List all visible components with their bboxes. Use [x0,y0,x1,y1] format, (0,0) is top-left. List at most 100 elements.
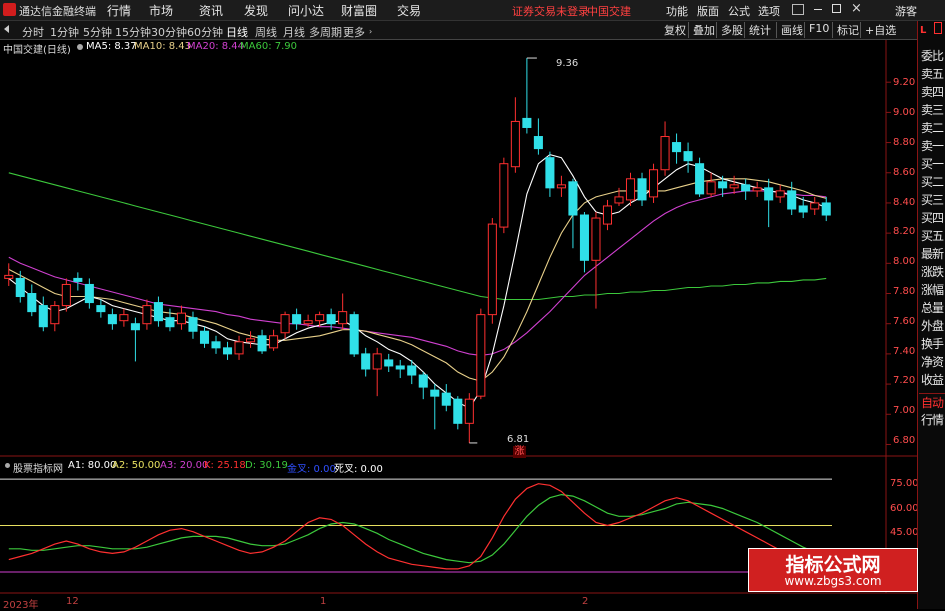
candle-body [453,398,463,424]
candle-body [4,274,14,279]
panel-item-bid5[interactable]: 买五 [919,227,945,244]
candle-body [338,311,348,325]
panel-item-bid3[interactable]: 买三 [919,191,945,208]
candle-body [176,312,186,325]
panel-item-ask1[interactable]: 卖一 [919,137,945,154]
panel-item-commission-ratio[interactable]: 委比 [919,47,945,64]
candle-body [556,184,566,189]
panel-item-change-pct[interactable]: 涨幅 [919,281,945,298]
price-tick: 8.80 [893,137,916,148]
candle-body [246,338,256,343]
candle-body [96,305,106,313]
price-tick: 9.20 [893,77,916,88]
candle-body [741,184,751,192]
panel-tab-quotes[interactable]: 行情 [919,411,945,428]
candle-body [487,223,497,316]
candle-body [533,136,543,150]
candle-body [418,374,428,388]
candle-body [660,136,670,171]
panel-tab-auto[interactable]: 自动 [919,393,945,411]
panel-item-outer[interactable]: 外盘 [919,317,945,334]
candle-body [787,190,797,210]
candle-body [579,214,589,261]
price-tick: 8.60 [893,167,916,178]
candle-body [361,353,371,370]
panel-item-volume[interactable]: 总量 [919,299,945,316]
watermark-badge: 指标公式网 www.zbgs3.com [748,548,918,592]
indicator-dot-icon[interactable] [5,463,10,468]
candle-body [510,120,520,168]
indicator-tick: 45.00 [890,527,919,538]
candle-body [269,335,279,349]
candle-body [775,190,785,198]
candle-body [625,178,636,201]
price-chart[interactable] [0,0,945,609]
candle-body [84,283,94,304]
candle-body [303,320,313,325]
ma20-line [8,190,827,356]
panel-item-ask4[interactable]: 卖四 [919,83,945,100]
candle-body [142,305,152,325]
candle-body [326,314,336,325]
candle-body [821,202,831,216]
candle-body [683,151,693,162]
candle-body [73,277,83,282]
candle-body [672,142,682,153]
price-tick: 7.60 [893,316,916,327]
low-price-marker: 6.81 [507,434,530,445]
panel-item-net-asset[interactable]: 净资 [919,353,945,370]
candle-body [130,323,140,331]
panel-item-earnings[interactable]: 收益 [919,371,945,388]
candle-body [292,314,302,325]
price-tick: 8.20 [893,226,916,237]
indicator-d-line [8,493,827,564]
indicator-k: K: 25.18 [204,460,246,471]
watermark-title: 指标公式网 [785,554,881,576]
candle-body [372,353,382,370]
candle-body [119,314,129,322]
candle-body [107,314,117,325]
panel-toggle-icon[interactable] [934,22,942,34]
date-tick: 2 [582,596,589,607]
candle-body [280,314,290,334]
candle-body [637,178,647,201]
indicator-golden-cross: 金叉: 0.00 [287,464,336,475]
price-tick: 7.20 [893,375,916,386]
price-tick: 8.00 [893,256,916,267]
candle-body [476,314,486,397]
panel-item-bid2[interactable]: 买二 [919,173,945,190]
date-tick: 12 [66,596,79,607]
candle-body [211,341,221,349]
candle-body [27,293,37,313]
panel-item-change[interactable]: 涨跌 [919,263,945,280]
candle-body [764,187,774,201]
candle-body [545,157,555,189]
candle-body [798,205,808,213]
price-tick: 7.80 [893,286,916,297]
panel-item-ask5[interactable]: 卖五 [919,65,945,82]
candle-body [602,205,613,225]
candle-body [752,187,762,192]
candle-body [810,202,820,210]
indicator-name[interactable]: 股票指标网 [13,460,63,475]
panel-item-bid1[interactable]: 买一 [919,155,945,172]
candle-body [15,277,25,298]
panel-item-bid4[interactable]: 买四 [919,209,945,226]
candle-body [706,181,716,195]
candle-body [499,163,509,228]
indicator-dead-cross: 死叉: 0.00 [334,464,383,475]
panel-item-ask2[interactable]: 卖二 [919,119,945,136]
panel-item-latest[interactable]: 最新 [919,245,945,262]
candle-body [395,365,405,370]
candle-body [695,163,705,195]
indicator-d: D: 30.19 [245,460,288,471]
panel-level-label[interactable]: L [920,25,926,36]
price-tick: 7.00 [893,405,916,416]
candle-body [165,317,175,328]
panel-item-ask3[interactable]: 卖三 [919,101,945,118]
panel-item-turnover[interactable]: 换手 [919,335,945,352]
candle-body [257,335,267,352]
price-tick: 8.40 [893,197,916,208]
candle-body [50,305,60,325]
indicator-tick: 60.00 [890,503,919,514]
